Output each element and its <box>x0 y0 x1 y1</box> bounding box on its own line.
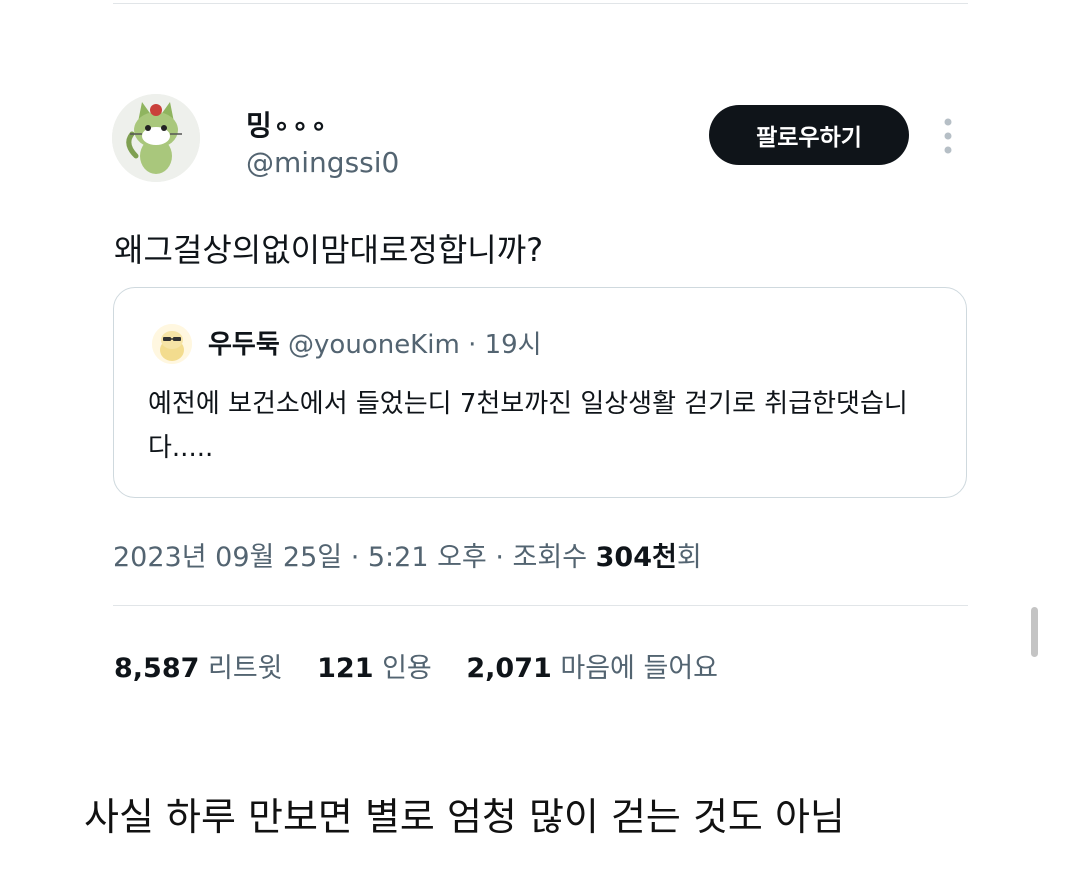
quoted-tweet-header: 우두둑 @youoneKim · 19시 <box>208 324 542 361</box>
quoted-tweet-time: 19시 <box>484 330 542 360</box>
retweet-count[interactable]: 8,587 <box>114 653 199 684</box>
author-handle[interactable]: @mingssi0 <box>246 146 399 179</box>
author-avatar[interactable] <box>112 94 200 182</box>
author-display-name[interactable]: 밍∘∘∘ <box>246 104 328 144</box>
tweet-time: 5:21 오후 <box>367 542 487 573</box>
quote-label[interactable]: 인용 <box>382 653 432 684</box>
views-suffix: 회 <box>676 542 702 573</box>
top-divider <box>113 3 968 4</box>
engagement-stats: 8,587 리트윗 121 인용 2,071 마음에 들어요 <box>114 646 744 685</box>
views-count: 304천 <box>595 542 677 573</box>
caption-text: 사실 하루 만보면 별로 엄청 많이 걷는 것도 아님 <box>84 795 845 839</box>
quoted-separator: · <box>468 330 477 360</box>
meta-separator: · <box>342 542 368 573</box>
quote-count[interactable]: 121 <box>317 653 373 684</box>
like-count[interactable]: 2,071 <box>466 653 551 684</box>
tweet-meta: 2023년 09월 25일 · 5:21 오후 · 조회수 304천회 <box>113 535 702 574</box>
quoted-author-name[interactable]: 우두둑 <box>208 330 280 360</box>
quoted-tweet-text: 예전에 보건소에서 들었는디 7천보까진 일상생활 걷기로 취급한댓습니다...… <box>148 389 908 463</box>
meta-separator: · <box>486 542 513 573</box>
scrollbar-thumb[interactable] <box>1031 607 1038 657</box>
quoted-author-avatar[interactable] <box>152 324 192 364</box>
stats-divider <box>113 605 968 606</box>
retweet-label[interactable]: 리트윗 <box>208 653 283 684</box>
quoted-tweet-card[interactable]: 우두둑 @youoneKim · 19시 예전에 보건소에서 들었는디 7천보까… <box>113 287 967 498</box>
like-label[interactable]: 마음에 들어요 <box>560 653 718 684</box>
quoted-author-handle[interactable]: @youoneKim <box>288 330 460 360</box>
follow-button[interactable]: 팔로우하기 <box>709 105 909 165</box>
tweet-text: 왜그걸상의없이맘대로정합니까? <box>114 231 544 269</box>
views-label: 조회수 <box>512 542 596 573</box>
tweet-date: 2023년 09월 25일 <box>113 542 343 573</box>
vertical-ellipsis-icon[interactable] <box>936 116 960 158</box>
